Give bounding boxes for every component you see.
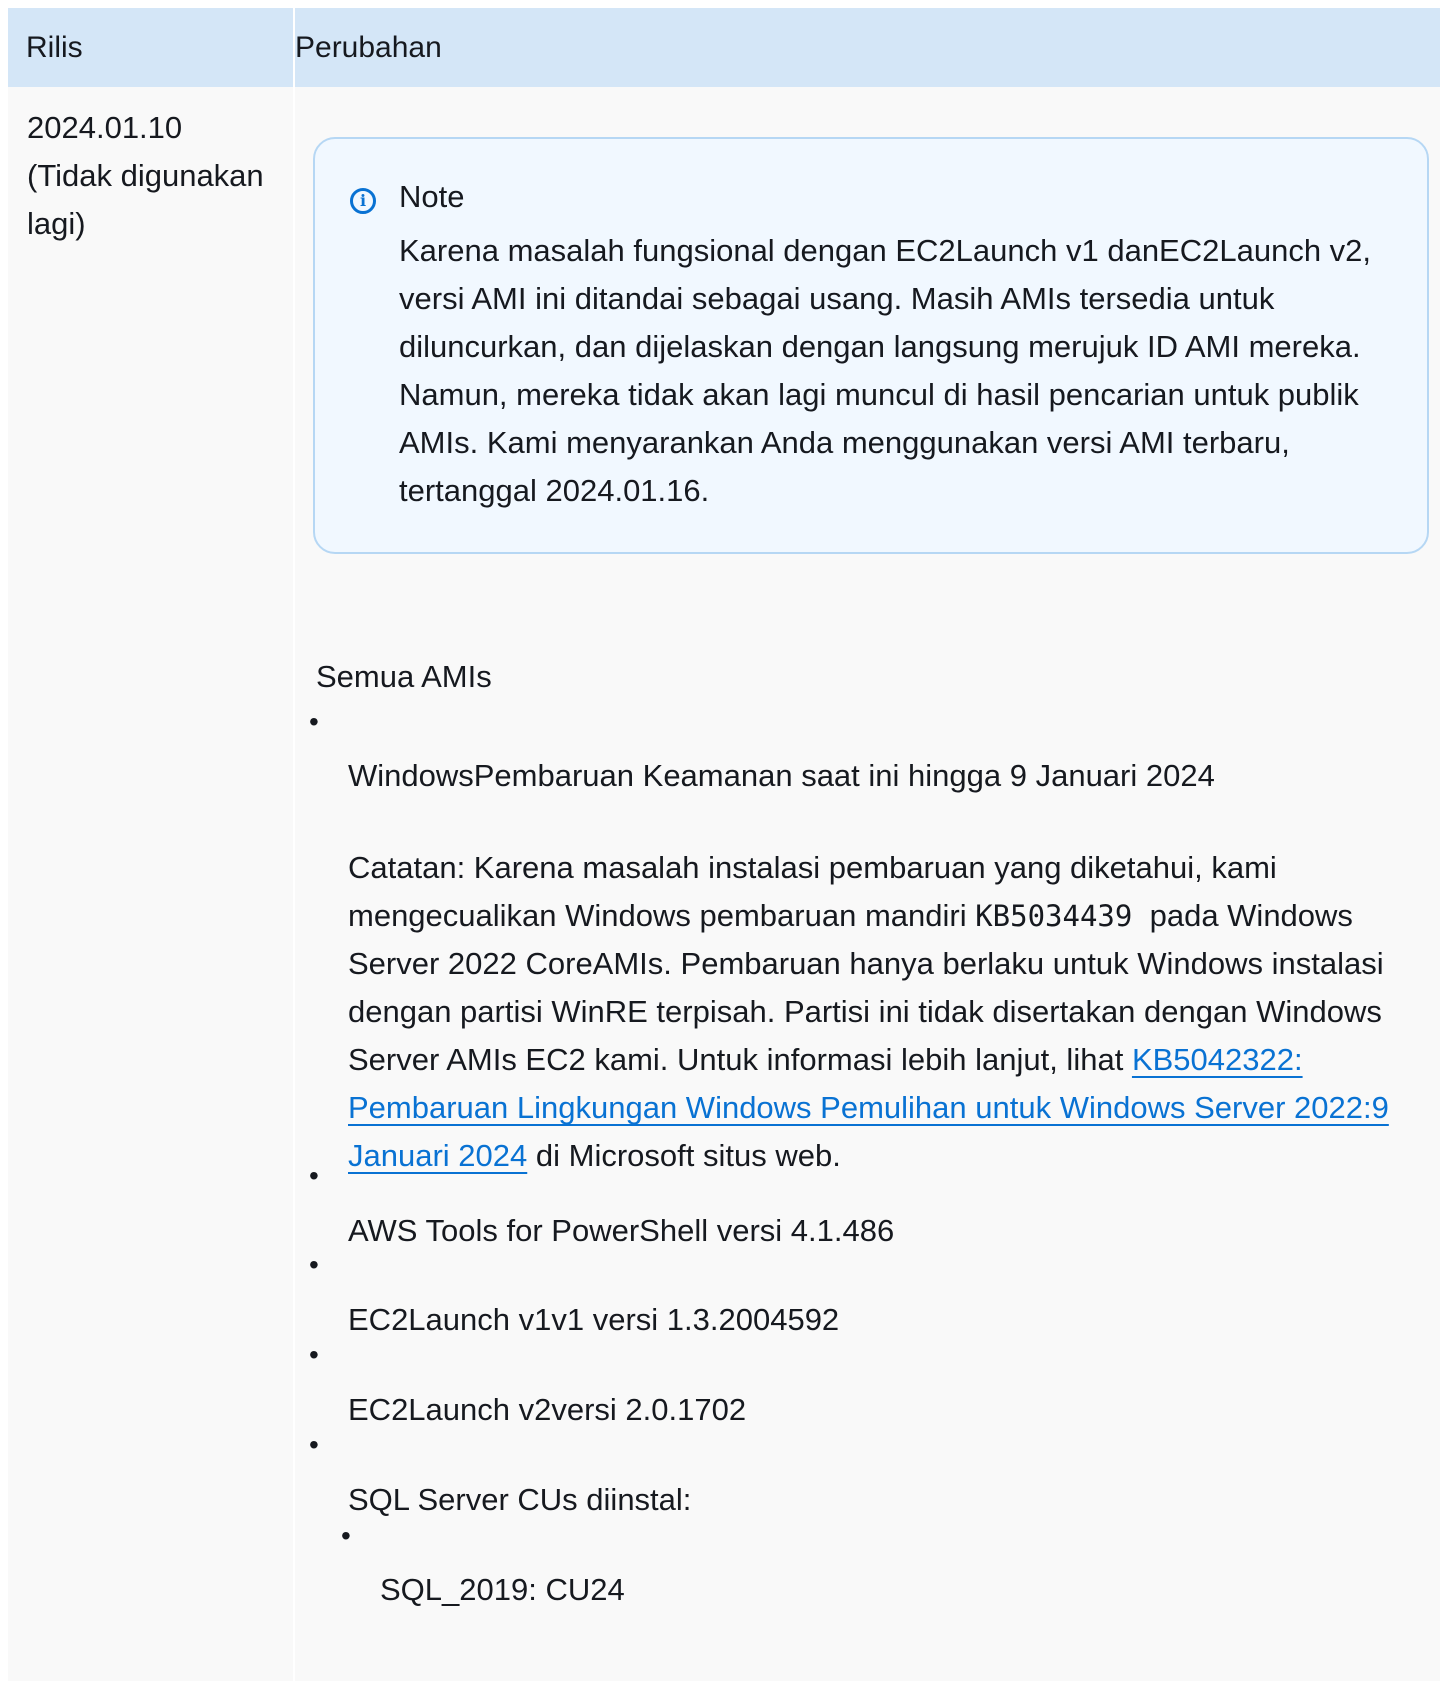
- note-body: Karena masalah fungsional dengan EC2Laun…: [399, 233, 1372, 508]
- info-icon: i: [350, 188, 376, 214]
- list-item: SQL Server CUs diinstal:: [348, 1482, 692, 1517]
- bullet-icon: •: [309, 1249, 319, 1280]
- list-item: EC2Launch v2versi 2.0.1702: [348, 1392, 747, 1427]
- catatan-text-3: di Microsoft situs web.: [535, 1138, 841, 1173]
- bullet-icon: •: [309, 1429, 319, 1460]
- release-notes-table: Rilis Perubahan 2024.01.10 (Tidak diguna…: [8, 8, 1440, 1681]
- header-release: Rilis: [26, 31, 83, 64]
- release-version: 2024.01.10: [27, 110, 183, 145]
- sub-list-item: SQL_2019: CU24: [380, 1572, 625, 1607]
- column-divider: [293, 8, 295, 1681]
- kb-code: KB5034439: [975, 899, 1133, 933]
- bullet-icon: •: [309, 706, 319, 737]
- catatan-paragraph: Catatan: Karena masalah instalasi pembar…: [348, 844, 1438, 1180]
- list-item-security-update: WindowsPembaruan Keamanan saat ini hingg…: [348, 758, 1215, 793]
- bullet-icon: •: [309, 1160, 319, 1191]
- list-item: AWS Tools for PowerShell versi 4.1.486: [348, 1213, 895, 1248]
- bullet-icon: •: [309, 1339, 319, 1370]
- note-box: i Note Karena masalah fungsional dengan …: [313, 137, 1429, 554]
- release-cell: 2024.01.10 (Tidak digunakan lagi): [27, 104, 282, 248]
- header-changes: Perubahan: [295, 31, 442, 64]
- catatan-text-1: Catatan: Karena masalah instalasi pembar…: [348, 850, 1277, 933]
- table-header: Rilis Perubahan: [8, 8, 1440, 87]
- bullet-icon: •: [341, 1520, 351, 1551]
- note-title: Note: [399, 179, 465, 214]
- section-title: Semua AMIs: [316, 659, 492, 694]
- release-status: (Tidak digunakan lagi): [27, 158, 264, 241]
- list-item: EC2Launch v1v1 versi 1.3.2004592: [348, 1302, 840, 1337]
